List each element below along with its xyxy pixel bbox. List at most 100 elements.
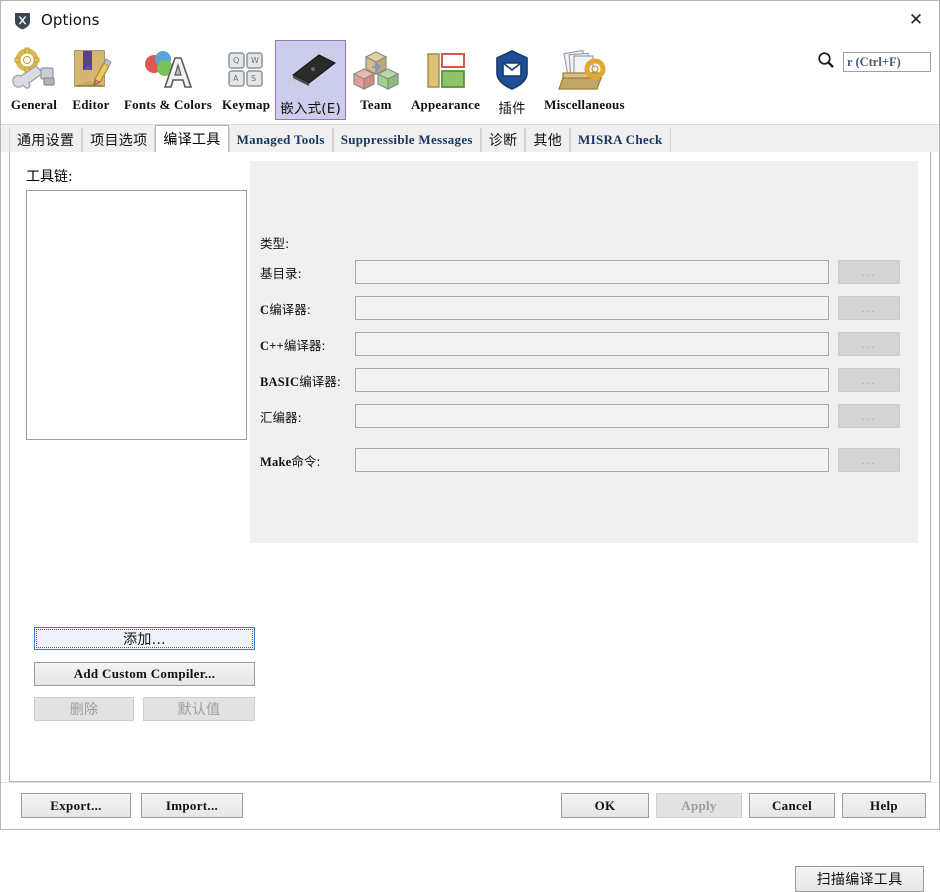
field-row-c-compiler: C编译器: ... xyxy=(250,296,900,320)
base-directory-input[interactable] xyxy=(355,260,829,284)
search-input[interactable]: r (Ctrl+F) xyxy=(843,51,931,72)
assembler-browse-button[interactable]: ... xyxy=(838,404,900,428)
field-label-make-command-prefix: Make xyxy=(260,454,292,469)
toolbar-item-keymap[interactable]: Q W A S Keymap xyxy=(217,40,275,116)
toolbar-search: r (Ctrl+F) xyxy=(817,51,931,72)
tab-suppressible-messages[interactable]: Suppressible Messages xyxy=(332,128,481,152)
import-button[interactable]: Import... xyxy=(141,793,243,818)
field-row-make-command: Make命令: ... xyxy=(250,448,900,472)
toolchain-detail-panel: 类型: 基目录: ... C编译器: ... C++编译器: ... BASIC… xyxy=(250,161,918,543)
field-label-basic-compiler: BASIC编译器: xyxy=(250,371,355,390)
chip-icon xyxy=(281,45,341,95)
font-palette-icon xyxy=(141,45,195,95)
field-label-base-directory-text: 基目录: xyxy=(260,265,302,281)
field-label-c-compiler-prefix: C xyxy=(260,302,270,317)
svg-text:W: W xyxy=(251,56,259,65)
field-label-cpp-compiler-prefix: C++ xyxy=(260,338,284,353)
options-window: Options ✕ General Editor Fonts & Colors … xyxy=(0,0,940,892)
field-label-make-command-text: 命令: xyxy=(291,453,321,469)
delete-toolchain-button[interactable]: 删除 xyxy=(34,697,134,721)
svg-text:Q: Q xyxy=(233,56,239,65)
basic-compiler-browse-button[interactable]: ... xyxy=(838,368,900,392)
tab-project-options[interactable]: 项目选项 xyxy=(82,128,156,152)
field-label-basic-compiler-prefix: BASIC xyxy=(260,374,300,389)
tab-diagnostics[interactable]: 诊断 xyxy=(480,128,526,152)
tab-misra-check[interactable]: MISRA Check xyxy=(570,128,671,152)
field-row-cpp-compiler: C++编译器: ... xyxy=(250,332,900,356)
cpp-compiler-browse-button[interactable]: ... xyxy=(838,332,900,356)
tab-content-build-tools: 工具链: 添加... Add Custom Compiler... 删除 默认值… xyxy=(9,152,931,892)
toolbar-label-plugins: 插件 xyxy=(498,101,526,117)
x-shield-icon xyxy=(13,11,32,30)
field-label-c-compiler: C编译器: xyxy=(250,299,355,318)
field-row-basic-compiler: BASIC编译器: ... xyxy=(250,368,900,392)
field-row-type: 类型: xyxy=(250,230,355,254)
svg-text:A: A xyxy=(233,74,239,83)
help-button[interactable]: Help xyxy=(842,793,926,818)
plugin-shield-icon xyxy=(490,45,534,95)
toolchain-label: 工具链: xyxy=(26,169,73,185)
field-label-type: 类型: xyxy=(250,233,355,252)
toolbar-item-general[interactable]: General xyxy=(5,40,63,116)
scan-build-tools-button[interactable]: 扫描编译工具 xyxy=(795,866,924,892)
field-label-base-directory: 基目录: xyxy=(250,263,355,282)
ok-button[interactable]: OK xyxy=(561,793,649,818)
tab-general-settings[interactable]: 通用设置 xyxy=(9,128,83,152)
apply-button[interactable]: Apply xyxy=(656,793,742,818)
book-pencil-icon xyxy=(68,45,114,95)
tab-managed-tools[interactable]: Managed Tools xyxy=(228,128,333,152)
tab-build-tools[interactable]: 编译工具 xyxy=(155,125,229,152)
dialog-footer: Export... Import... OK Apply Cancel Help xyxy=(1,782,939,829)
field-label-make-command: Make命令: xyxy=(250,451,355,470)
export-button[interactable]: Export... xyxy=(21,793,131,818)
cubes-icon xyxy=(351,45,401,95)
field-label-assembler-text: 汇编器: xyxy=(260,409,302,425)
field-label-type-text: 类型: xyxy=(260,235,290,251)
default-toolchain-button[interactable]: 默认值 xyxy=(143,697,255,721)
field-label-c-compiler-text: 编译器: xyxy=(269,301,311,317)
toolchain-list[interactable] xyxy=(26,190,247,440)
tab-other[interactable]: 其他 xyxy=(525,128,571,152)
make-command-input[interactable] xyxy=(355,448,829,472)
base-directory-browse-button[interactable]: ... xyxy=(838,260,900,284)
toolbar-label-keymap: Keymap xyxy=(222,97,271,112)
keyboard-keys-icon: Q W A S xyxy=(224,45,268,95)
layout-panes-icon xyxy=(420,45,472,95)
toolbar-label-appearance: Appearance xyxy=(410,97,481,112)
c-compiler-input[interactable] xyxy=(355,296,829,320)
papers-gear-icon xyxy=(557,45,611,95)
toolbar-item-team[interactable]: Team xyxy=(346,40,406,116)
add-toolchain-button[interactable]: 添加... xyxy=(34,627,255,650)
toolbar-item-plugins[interactable]: 插件 xyxy=(485,40,539,120)
close-icon[interactable]: ✕ xyxy=(893,1,939,39)
cpp-compiler-input[interactable] xyxy=(355,332,829,356)
tab-strip: 通用设置 项目选项 编译工具 Managed Tools Suppressibl… xyxy=(1,125,939,152)
field-label-cpp-compiler: C++编译器: xyxy=(250,335,355,354)
toolbar-label-miscellaneous: Miscellaneous xyxy=(544,97,625,112)
field-label-assembler: 汇编器: xyxy=(250,407,355,426)
make-command-browse-button[interactable]: ... xyxy=(838,448,900,472)
toolbar-label-general: General xyxy=(10,97,58,112)
svg-text:S: S xyxy=(251,74,256,83)
toolbar-item-embedded[interactable]: 嵌入式(E) xyxy=(275,40,346,120)
basic-compiler-input[interactable] xyxy=(355,368,829,392)
title-bar: Options ✕ xyxy=(1,1,939,39)
field-row-assembler: 汇编器: ... xyxy=(250,404,900,428)
cancel-button[interactable]: Cancel xyxy=(749,793,835,818)
field-row-base-directory: 基目录: ... xyxy=(250,260,900,284)
toolbar-item-editor[interactable]: Editor xyxy=(63,40,119,116)
toolbar-label-editor: Editor xyxy=(72,97,110,112)
toolbar-item-fonts-colors[interactable]: Fonts & Colors xyxy=(119,40,217,116)
toolbar-item-appearance[interactable]: Appearance xyxy=(406,40,485,116)
field-label-basic-compiler-text: 编译器: xyxy=(299,373,341,389)
toolbar-label-fonts-colors: Fonts & Colors xyxy=(124,97,213,112)
search-icon[interactable] xyxy=(817,51,835,72)
add-custom-compiler-button[interactable]: Add Custom Compiler... xyxy=(34,662,255,686)
assembler-input[interactable] xyxy=(355,404,829,428)
toolbar-item-miscellaneous[interactable]: Miscellaneous xyxy=(539,40,630,116)
field-label-cpp-compiler-text: 编译器: xyxy=(283,337,326,353)
toolbar-label-embedded: 嵌入式(E) xyxy=(280,101,341,117)
c-compiler-browse-button[interactable]: ... xyxy=(838,296,900,320)
category-toolbar: General Editor Fonts & Colors Q W A S Ke… xyxy=(1,39,939,125)
gear-wrench-icon xyxy=(10,45,58,95)
